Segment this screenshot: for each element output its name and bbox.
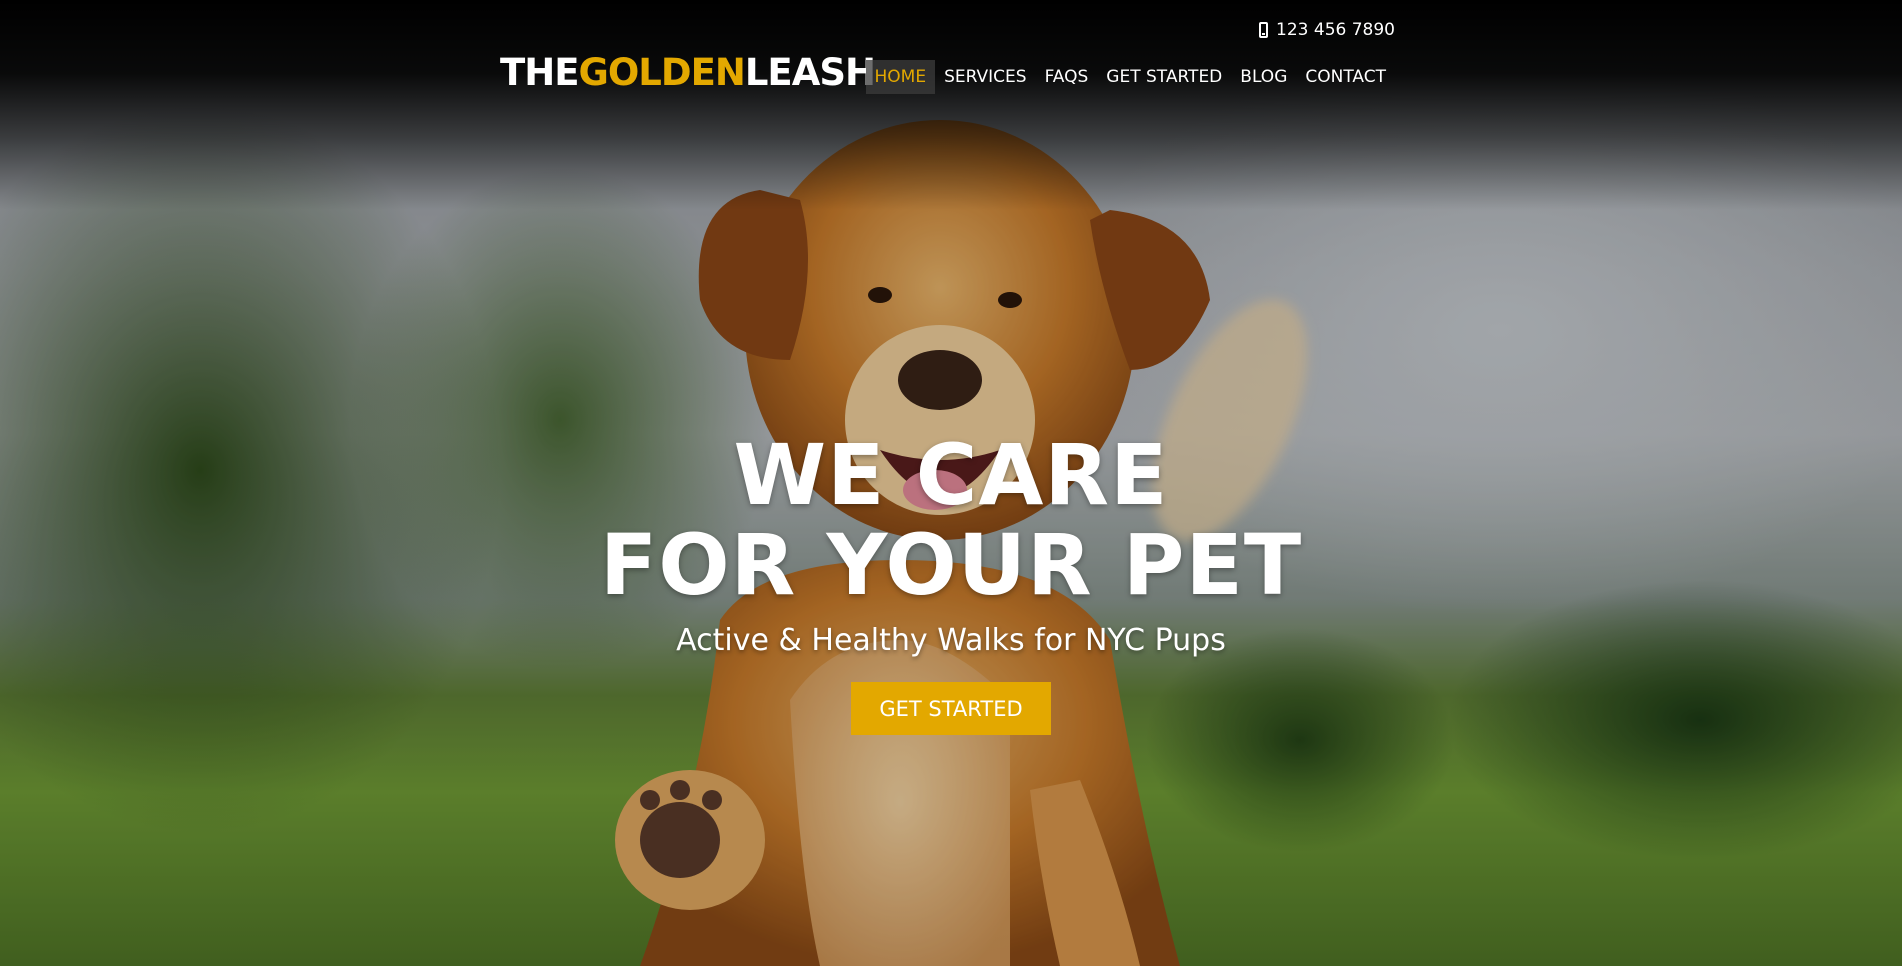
- page: 123 456 7890 THEGOLDENLEASH HOME SERVICE…: [0, 0, 1902, 966]
- nav-item-get-started[interactable]: GET STARTED: [1097, 60, 1231, 94]
- hero-headline-line2: FOR YOUR PET: [599, 516, 1303, 614]
- site-logo[interactable]: THEGOLDENLEASH: [500, 51, 876, 94]
- logo-part-golden: GOLDEN: [578, 51, 745, 94]
- header-phone[interactable]: 123 456 7890: [1259, 20, 1395, 40]
- hero-subheadline: Active & Healthy Walks for NYC Pups: [676, 623, 1226, 658]
- nav-item-contact[interactable]: CONTACT: [1296, 60, 1395, 94]
- get-started-button[interactable]: GET STARTED: [851, 682, 1051, 735]
- nav-item-services[interactable]: SERVICES: [935, 60, 1035, 94]
- mobile-phone-icon: [1259, 22, 1269, 38]
- logo-part-leash: LEASH: [744, 51, 876, 94]
- nav-item-blog[interactable]: BLOG: [1231, 60, 1296, 94]
- logo-part-the: THE: [500, 51, 579, 94]
- header-gradient: [0, 0, 1902, 210]
- nav-item-faqs[interactable]: FAQS: [1036, 60, 1098, 94]
- main-nav: HOME SERVICES FAQS GET STARTED BLOG CONT…: [865, 60, 1395, 94]
- hero-headline-line1: WE CARE: [733, 426, 1169, 524]
- hero-headline: WE CARE FOR YOUR PET: [0, 430, 1902, 610]
- phone-number: 123 456 7890: [1276, 20, 1395, 40]
- nav-item-home[interactable]: HOME: [865, 60, 936, 94]
